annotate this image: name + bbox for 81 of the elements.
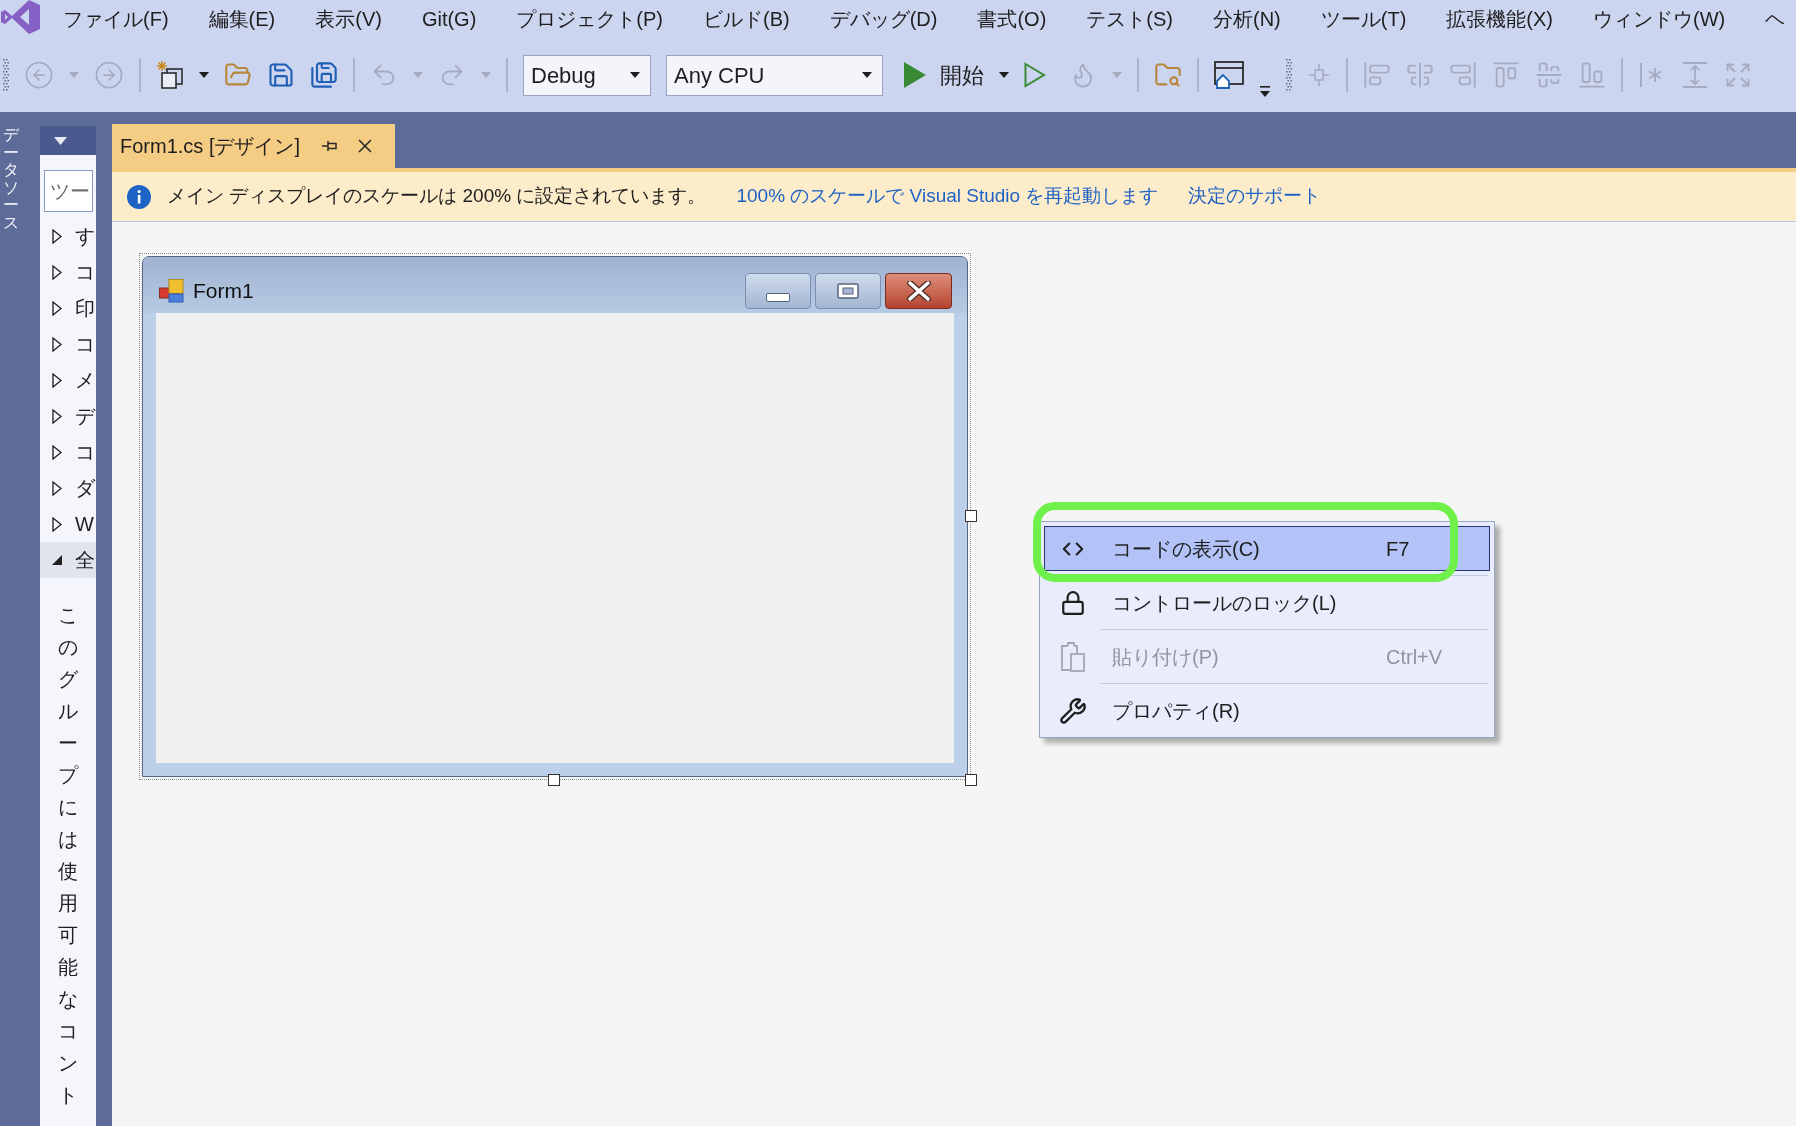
menu-item[interactable]: 編集(E) — [208, 6, 276, 32]
collapsed-triangle-icon[interactable] — [52, 228, 62, 244]
search-field[interactable]: ツー — [44, 170, 93, 212]
toolbox-group[interactable]: デ — [40, 398, 96, 434]
save-all-icon[interactable] — [310, 61, 338, 89]
info-icon — [127, 184, 151, 209]
menu-item[interactable]: プロジェクト(P) — [516, 6, 663, 32]
minimize-button[interactable] — [745, 273, 811, 309]
link[interactable]: 100% のスケールで Visual Studio を再起動します — [736, 182, 1159, 211]
menu-item[interactable]: Git(G) — [421, 6, 477, 32]
caret-icon[interactable] — [54, 136, 67, 145]
resize-handle[interactable] — [548, 774, 560, 786]
menu-item[interactable]: ビルド(B) — [703, 6, 790, 32]
menu-item[interactable]: 分析(N) — [1213, 6, 1281, 32]
play-outline-icon[interactable] — [1024, 62, 1046, 88]
collapsed-triangle-icon[interactable] — [52, 444, 62, 460]
overflow-caret-icon[interactable] — [1259, 84, 1271, 98]
menu-item[interactable]: プロパティ(R) — [1044, 688, 1490, 733]
link[interactable]: 決定のサポート — [1188, 182, 1322, 211]
wrench-icon — [1058, 696, 1087, 725]
resize-handle[interactable] — [965, 510, 977, 522]
resize-handle[interactable] — [965, 774, 977, 786]
caret-icon — [630, 72, 640, 78]
menu-item[interactable]: ヘ — [1765, 6, 1786, 32]
shortcut-text: F7 — [1386, 536, 1411, 562]
app-icon — [159, 279, 187, 303]
minimize-icon — [766, 293, 790, 302]
collapsed-triangle-icon[interactable] — [52, 372, 62, 388]
menu-item[interactable]: ウィンドウ(W) — [1593, 6, 1726, 32]
toolbox-group[interactable]: コ — [40, 434, 96, 470]
info-message: メイン ディスプレイのスケールは 200% に設定されています。 — [167, 184, 707, 209]
caret-icon[interactable] — [199, 72, 209, 78]
toolbox-group[interactable]: 印 — [40, 290, 96, 326]
toolbox-group[interactable]: 全 — [40, 542, 96, 578]
document-tab[interactable]: Form1.cs [デザイン] — [112, 124, 395, 168]
collapsed-triangle-icon[interactable] — [52, 516, 62, 532]
menu-item[interactable]: デバッグ(D) — [829, 6, 938, 32]
side-tab[interactable]: データソース — [3, 126, 19, 232]
expanded-triangle-icon[interactable] — [52, 555, 62, 565]
caret-icon[interactable] — [999, 72, 1009, 78]
start-button[interactable]: 開始 — [904, 58, 984, 92]
grip-icon[interactable] — [3, 58, 9, 92]
clipboard-icon — [1060, 641, 1085, 672]
close-button[interactable] — [885, 273, 952, 309]
grip-icon[interactable] — [1286, 58, 1292, 92]
menu-item[interactable]: コントロールのロック(L) — [1044, 580, 1490, 625]
collapsed-triangle-icon[interactable] — [52, 480, 62, 496]
window-home-icon[interactable] — [1214, 61, 1244, 89]
lock-icon — [1059, 589, 1086, 616]
pin-icon[interactable] — [322, 140, 338, 152]
toolbox-group[interactable]: コ — [40, 254, 96, 290]
maximize-button[interactable] — [815, 273, 881, 309]
menu-item[interactable]: コードの表示(C) F7 — [1044, 526, 1490, 571]
save-icon[interactable] — [267, 61, 295, 89]
menu-item[interactable]: 拡張機能(X) — [1446, 6, 1553, 32]
menu-item[interactable]: 書式(O) — [977, 6, 1047, 32]
collapsed-triangle-icon[interactable] — [52, 336, 62, 352]
collapsed-triangle-icon[interactable] — [52, 300, 62, 316]
folder-search-icon[interactable] — [1154, 61, 1182, 89]
stacked-pages-icon[interactable] — [156, 61, 184, 89]
menu-item[interactable]: ツール(T) — [1320, 6, 1407, 32]
toolbox-group[interactable]: ダ — [40, 470, 96, 506]
empty-group-message: このグループには使用可能なコント — [58, 603, 78, 1108]
toolbox-group[interactable]: コ — [40, 326, 96, 362]
window-title: Form1 — [193, 278, 254, 305]
close-icon — [906, 281, 931, 301]
play-icon — [904, 62, 926, 88]
shortcut-text: Ctrl+V — [1386, 644, 1444, 670]
collapsed-triangle-icon[interactable] — [52, 408, 62, 424]
menu-item[interactable]: テスト(S) — [1086, 6, 1173, 32]
menu-item[interactable]: 表示(V) — [315, 6, 382, 32]
toolbox-group[interactable]: メ — [40, 362, 96, 398]
maximize-icon — [837, 283, 859, 299]
config-dropdown[interactable]: Debug — [523, 54, 651, 96]
app-logo-icon[interactable] — [0, 0, 40, 34]
caret-icon — [862, 72, 872, 78]
platform-dropdown[interactable]: Any CPU — [666, 54, 883, 96]
toolbox-group[interactable]: W — [40, 506, 96, 542]
menu-item[interactable]: ファイル(F) — [63, 6, 169, 32]
toolbox-group[interactable]: す — [40, 218, 96, 254]
collapsed-triangle-icon[interactable] — [52, 264, 62, 280]
